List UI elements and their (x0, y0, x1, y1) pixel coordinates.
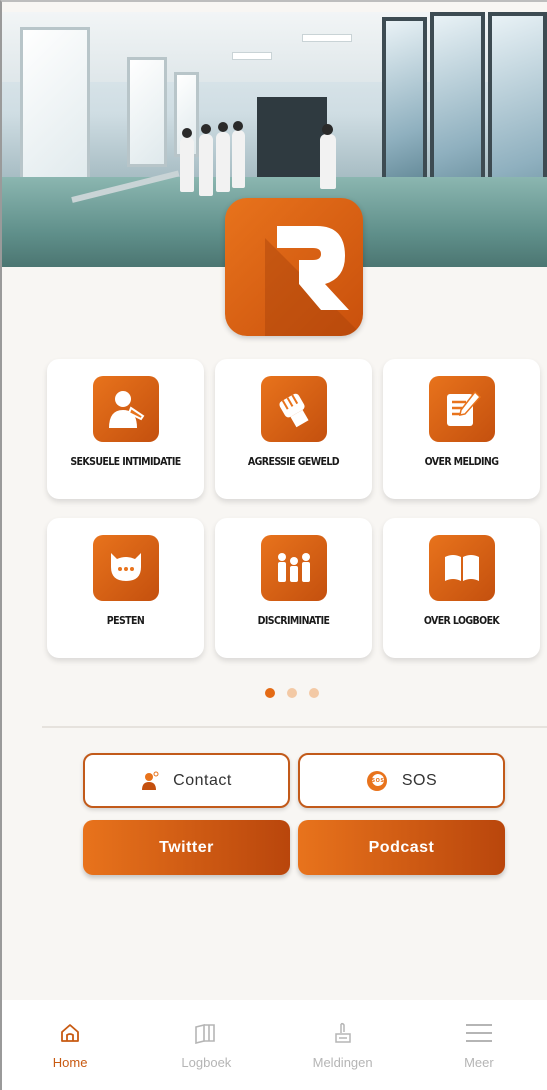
nav-meer-label: Meer (464, 1055, 494, 1070)
svg-text:SOS: SOS (371, 778, 384, 784)
bottom-navigation: Home Logboek Meldingen Meer (2, 1000, 547, 1090)
fist-icon (260, 376, 327, 442)
nav-home-label: Home (52, 1055, 88, 1070)
page-dot-1[interactable] (265, 688, 275, 698)
tile-over-melding[interactable]: OVER MELDING (383, 359, 540, 499)
sos-label: SOS (401, 771, 438, 789)
tile-pesten[interactable]: PESTEN (47, 518, 204, 658)
nav-logboek[interactable]: Logboek (138, 1000, 274, 1090)
page-dot-3[interactable] (309, 688, 319, 698)
tile-label: OVER LOGBOEK (423, 615, 500, 627)
people-group-icon (260, 535, 327, 601)
podcast-button[interactable]: Podcast (298, 820, 505, 875)
book-icon (194, 1022, 218, 1049)
tile-label: AGRESSIE GEWELD (247, 456, 340, 468)
twitter-label: Twitter (159, 838, 214, 856)
menu-icon (465, 1022, 493, 1049)
tile-over-logboek[interactable]: OVER LOGBOEK (383, 518, 540, 658)
tile-seksuele-intimidatie[interactable]: SEKSUELE INTIMIDATIE (47, 359, 204, 499)
contact-person-icon (141, 771, 159, 791)
nav-meldingen[interactable]: Meldingen (275, 1000, 411, 1090)
app-logo (225, 198, 363, 336)
tile-discriminatie[interactable]: DISCRIMINATIE (215, 518, 372, 658)
contact-label: Contact (173, 771, 232, 789)
page-dot-2[interactable] (287, 688, 297, 698)
app-screen: SEKSUELE INTIMIDATIE AGRESSIE GEWELD OVE… (0, 0, 547, 1090)
tile-label: SEKSUELE INTIMIDATIE (70, 456, 181, 468)
sos-button[interactable]: SOS SOS (298, 753, 505, 808)
report-hand-icon (332, 1022, 354, 1049)
open-book-icon (428, 535, 495, 601)
nav-home[interactable]: Home (2, 1000, 138, 1090)
tile-agressie-geweld[interactable]: AGRESSIE GEWELD (215, 359, 372, 499)
harassment-icon (92, 376, 159, 442)
tile-label: DISCRIMINATIE (257, 615, 330, 627)
page-indicator (265, 688, 319, 698)
note-edit-icon (428, 376, 495, 442)
nav-logboek-label: Logboek (181, 1055, 232, 1070)
tile-label: PESTEN (106, 615, 145, 627)
podcast-label: Podcast (368, 838, 435, 856)
nav-meer[interactable]: Meer (411, 1000, 547, 1090)
sos-phone-icon: SOS (366, 770, 388, 792)
nav-meldingen-label: Meldingen (312, 1055, 373, 1070)
twitter-button[interactable]: Twitter (83, 820, 290, 875)
tile-label: OVER MELDING (424, 456, 499, 468)
home-icon (59, 1022, 81, 1049)
contact-button[interactable]: Contact (83, 753, 290, 808)
divider (42, 726, 547, 728)
chat-bubble-icon (92, 535, 159, 601)
